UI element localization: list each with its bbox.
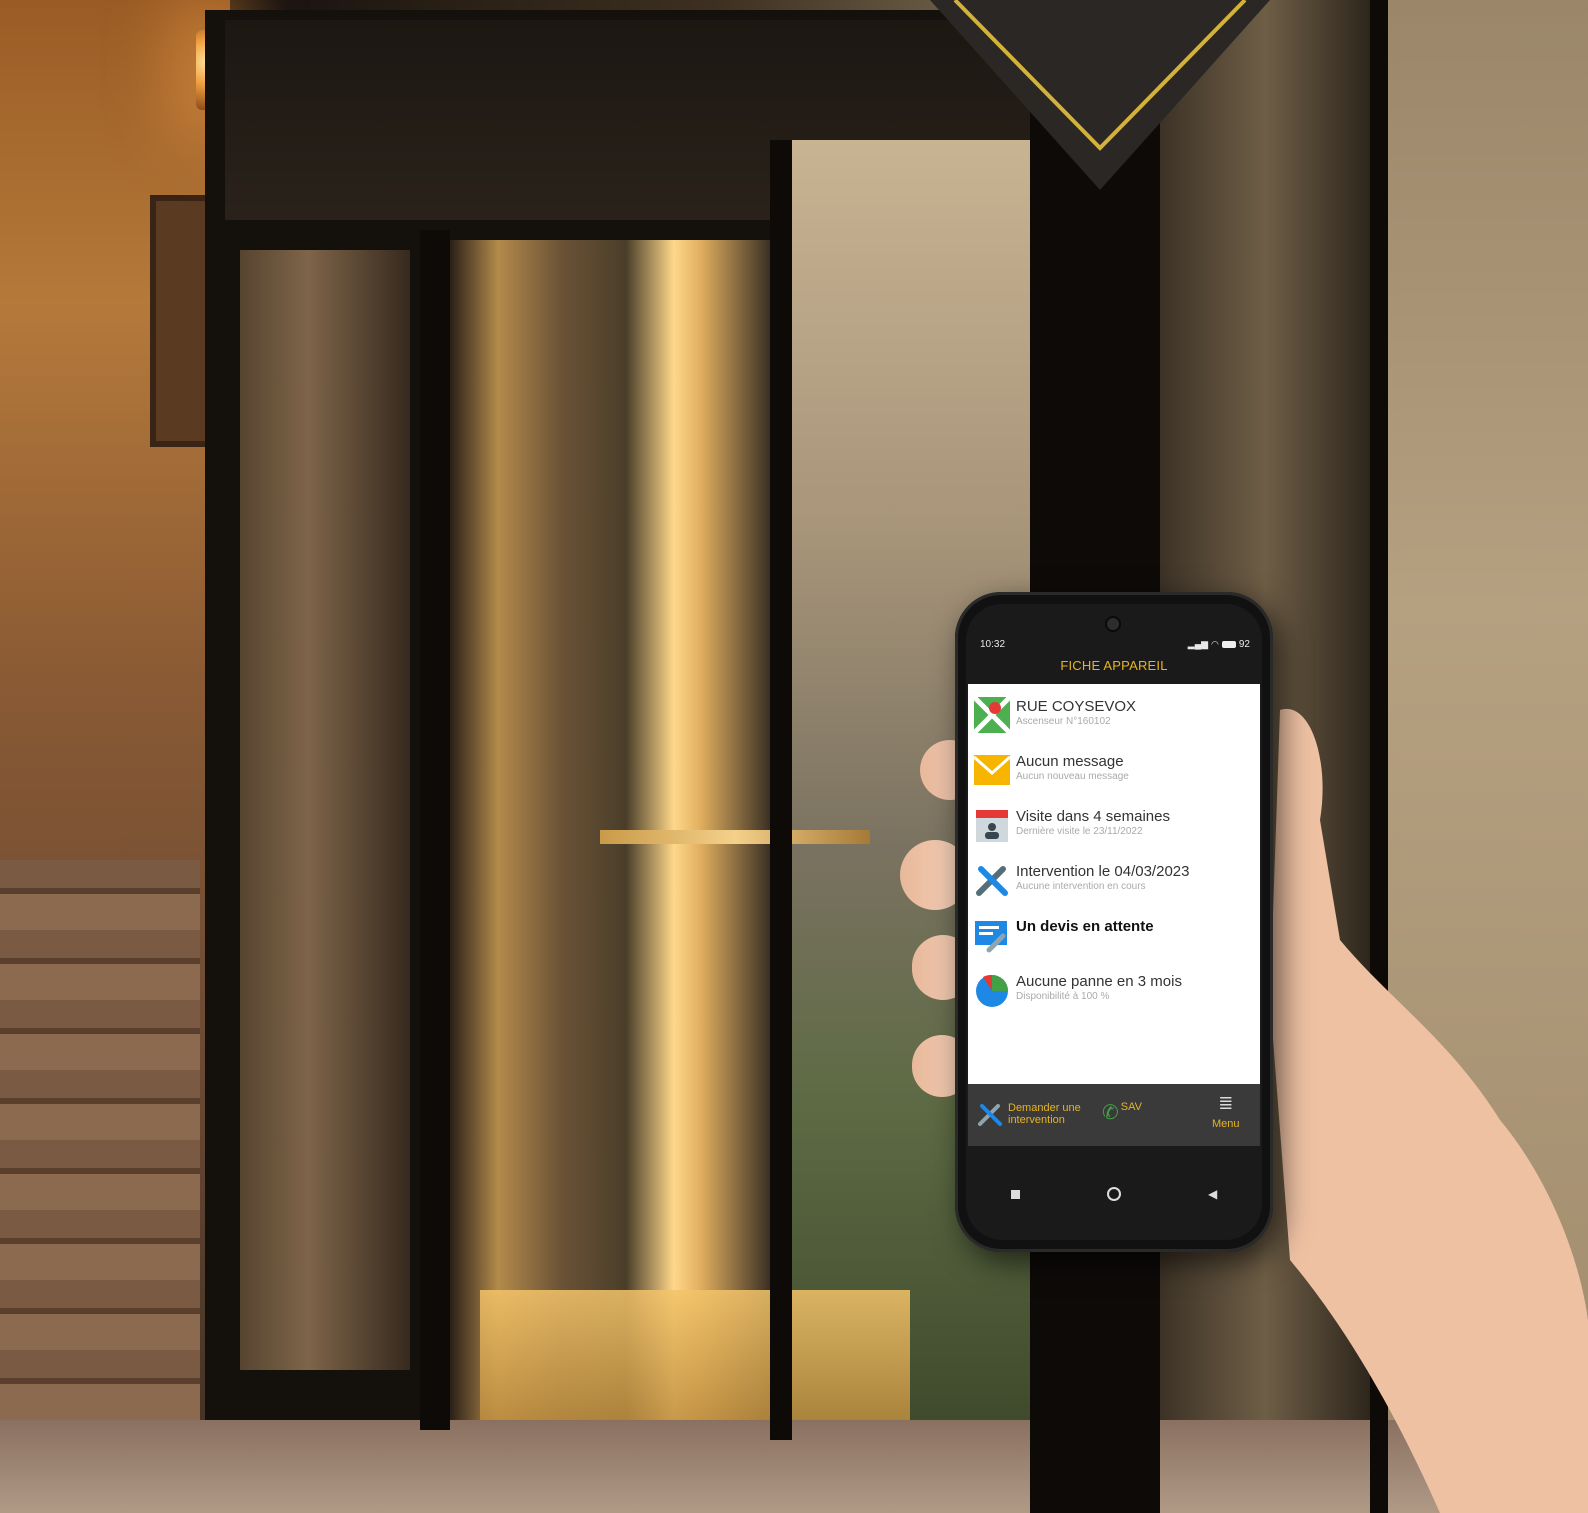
breakdowns-subtitle: Disponibilité à 100 %: [1016, 991, 1110, 1002]
android-nav-bar: ◀: [966, 1174, 1262, 1214]
brand-chevron-logo: [930, 0, 1270, 190]
circle-icon: [1106, 1187, 1121, 1201]
tools-icon: [976, 866, 1008, 896]
front-camera: [1107, 618, 1119, 630]
triangle-left-icon: ◀: [1208, 1187, 1218, 1201]
envelope-icon: [973, 755, 1011, 785]
door-mullion: [420, 230, 450, 1430]
signal-icon: ▂▄▆: [1187, 638, 1209, 649]
quote-title: Un devis en attente: [1016, 918, 1154, 935]
menu-button[interactable]: ≣ Menu: [1212, 1094, 1240, 1130]
list-item-quote[interactable]: Un devis en attente: [968, 910, 1260, 960]
menu-icon: ≣: [1218, 1093, 1234, 1113]
list-item-intervention[interactable]: Intervention le 04/03/2023 Aucune interv…: [968, 855, 1260, 905]
sav-button[interactable]: ✆ SAV: [1102, 1100, 1142, 1125]
wifi-icon: ◠: [1211, 638, 1219, 649]
menu-label: Menu: [1212, 1118, 1240, 1130]
request-intervention-button[interactable]: Demander une intervention: [976, 1100, 1081, 1128]
cabin-handrail: [600, 830, 870, 844]
status-time: 10:32: [980, 638, 1006, 650]
recent-apps-button[interactable]: [1003, 1182, 1027, 1206]
visit-title: Visite dans 4 semaines: [1016, 808, 1170, 825]
back-button[interactable]: ◀: [1201, 1182, 1225, 1206]
home-button[interactable]: [1102, 1182, 1126, 1206]
elevator-glass-left: [240, 250, 410, 1370]
messages-subtitle: Aucun nouveau message: [1016, 771, 1129, 782]
stone-stairs: [0, 860, 200, 1420]
messages-title: Aucun message: [1016, 753, 1124, 770]
door-mullion: [770, 140, 792, 1440]
square-icon: [1010, 1189, 1020, 1199]
battery-icon: [1221, 640, 1236, 648]
visit-subtitle: Dernière visite le 23/11/2022: [1016, 826, 1143, 837]
request-intervention-label-2: intervention: [1008, 1114, 1065, 1126]
elevator-photo-background: [0, 0, 1588, 1513]
list-item-address[interactable]: RUE COYSEVOX Ascenseur N°160102: [968, 690, 1260, 740]
page-title: FICHE APPAREIL: [1060, 658, 1168, 673]
battery-level: 92: [1238, 638, 1250, 650]
cabin-floor-light: [480, 1290, 910, 1430]
request-intervention-label-1: Demander une: [1008, 1102, 1081, 1114]
breakdowns-title: Aucune panne en 3 mois: [1016, 973, 1182, 990]
phone-icon: ✆: [1102, 1102, 1119, 1124]
intervention-title: Intervention le 04/03/2023: [1016, 863, 1190, 880]
holding-hand: [1250, 700, 1588, 1513]
device-card-list: RUE COYSEVOX Ascenseur N°160102 Aucun me…: [968, 684, 1260, 1084]
phone-screen: 10:32 ▂▄▆ ◠ 92 FICHE APPAREIL RUE COYSEV…: [966, 604, 1262, 1240]
quote-icon: [975, 921, 1007, 953]
intervention-subtitle: Aucune intervention en cours: [1016, 881, 1146, 892]
list-item-messages[interactable]: Aucun message Aucun nouveau message: [968, 745, 1260, 795]
bottom-action-bar: Demander une intervention ✆ SAV ≣ Menu: [968, 1084, 1260, 1146]
pie-chart-icon: [976, 974, 1008, 1007]
list-item-breakdowns[interactable]: Aucune panne en 3 mois Disponibilité à 1…: [968, 965, 1260, 1015]
address-title: RUE COYSEVOX: [1016, 698, 1137, 715]
status-bar: 10:32 ▂▄▆ ◠ 92: [980, 637, 1250, 651]
list-item-visit[interactable]: Visite dans 4 semaines Dernière visite l…: [968, 800, 1260, 850]
map-icon: [973, 696, 1011, 734]
sav-label: SAV: [1120, 1100, 1142, 1113]
calendar-icon: [976, 810, 1008, 842]
address-subtitle: Ascenseur N°160102: [1016, 716, 1111, 727]
wrench-icon: [978, 1104, 1002, 1126]
